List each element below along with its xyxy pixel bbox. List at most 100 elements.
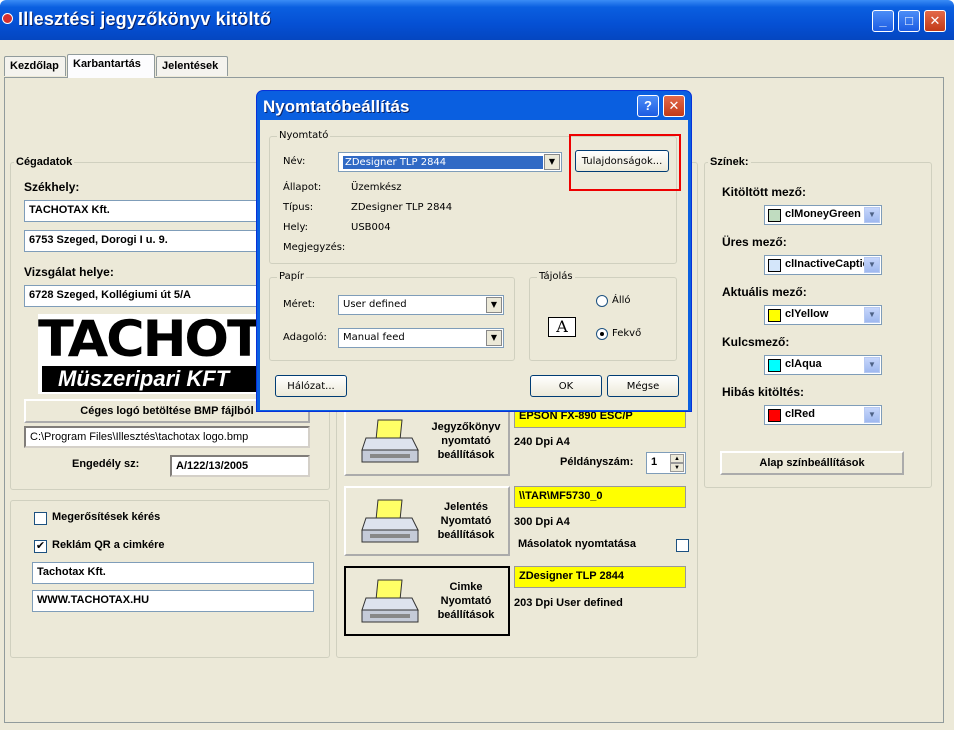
copies-stepper[interactable]: 1 ▲ ▼ [646,452,686,474]
tab-karbantartas[interactable]: Karbantartás [67,54,155,78]
paper-size-select[interactable]: User defined ▼ [338,295,504,315]
company-group-title: Cégadatok [14,156,75,168]
tab-kezdolap[interactable]: Kezdőlap [4,56,66,76]
report-printer-button[interactable]: Jelentés Nyomtató beállítások [344,486,510,556]
label-printer-name: ZDesigner TLP 2844 [514,566,686,588]
dialog-close-button[interactable]: ✕ [663,95,685,117]
confirm-checkbox[interactable] [34,512,47,525]
qr-checkbox[interactable]: ✔ [34,540,47,553]
maximize-button[interactable]: □ [898,10,920,32]
copy-print-checkbox[interactable] [676,539,689,552]
help-button[interactable]: ? [637,95,659,117]
chevron-down-icon[interactable]: ▼ [486,330,502,346]
size-label: Méret: [283,299,316,310]
title-bar: Illesztési jegyzőkönyv kitöltő _ □ ✕ [0,0,954,40]
landscape-radio[interactable] [596,328,608,340]
label-printer-button[interactable]: Cimke Nyomtató beállítások [344,566,510,636]
status-value: Üzemkész [351,182,402,193]
inspection-label: Vizsgálat helye: [24,265,114,279]
company-address-field[interactable]: 6753 Szeged, Dorogi I u. 9. [24,230,264,252]
name-label: Név: [283,156,306,167]
key-color-combo[interactable]: clAqua ▼ [764,355,882,375]
error-color-combo[interactable]: clRed ▼ [764,405,882,425]
type-value: ZDesigner TLP 2844 [351,202,453,213]
color-swatch [768,309,781,322]
logo-sub-text: Müszeripari KFT [42,366,268,392]
report-printer-label: Jelentés Nyomtató beállítások [437,501,495,541]
company-logo: TACHOTA Müszeripari KFT [38,314,297,394]
window-title: Illesztési jegyzőkönyv kitöltő [18,9,272,29]
portrait-label: Álló [612,295,631,306]
logo-path-field[interactable]: C:\Program Files\Illesztés\tachotax logo… [24,426,310,448]
printer-group-title: Nyomtató [277,130,331,141]
tab-jelentesek[interactable]: Jelentések [156,56,228,76]
current-color-combo[interactable]: clYellow ▼ [764,305,882,325]
error-label: Hibás kitöltés: [722,385,805,399]
chevron-down-icon[interactable]: ▼ [864,357,880,373]
close-button[interactable]: ✕ [924,10,946,32]
empty-label: Üres mező: [722,235,787,249]
inspection-address-field[interactable]: 6728 Szeged, Kollégiumi út 5/A [24,285,264,307]
permit-label: Engedély sz: [72,458,140,470]
dialog-title: Nyomtatóbeállítás [263,97,410,116]
stepper-up-icon[interactable]: ▲ [670,454,684,463]
qr-label: Reklám QR a cimkére [52,539,165,551]
record-printer-label: Jegyzőkönyv nyomtató beállítások [431,421,501,461]
chevron-down-icon[interactable]: ▼ [864,307,880,323]
key-label: Kulcsmező: [722,335,790,349]
color-swatch [768,259,781,272]
printer-name-select[interactable]: ZDesigner TLP 2844 ▼ [338,152,562,172]
qr-line1-field[interactable]: Tachotax Kft. [32,562,314,584]
stepper-down-icon[interactable]: ▼ [670,463,684,472]
empty-color-combo[interactable]: clInactiveCaption ▼ [764,255,882,275]
paper-size-value: User defined [343,299,407,310]
portrait-radio[interactable] [596,295,608,307]
logo-main-text: TACHOTA [38,310,297,368]
qr-line2-field[interactable]: WWW.TACHOTAX.HU [32,590,314,612]
record-printer-info: 240 Dpi A4 [514,436,570,448]
chevron-down-icon[interactable]: ▼ [864,257,880,273]
chevron-down-icon[interactable]: ▼ [864,407,880,423]
radio-selected-dot [600,332,604,336]
paper-group-title: Papír [277,271,306,282]
printer-name-value: ZDesigner TLP 2844 [343,156,543,169]
filled-color-combo[interactable]: clMoneyGreen ▼ [764,205,882,225]
color-swatch [768,209,781,222]
check-mark-icon: ✔ [35,540,46,552]
seat-label: Székhely: [24,180,80,194]
status-label: Állapot: [283,182,322,193]
copy-print-label: Másolatok nyomtatása [518,538,636,550]
current-color-value: clYellow [785,308,829,320]
copies-label: Példányszám: [560,456,634,468]
network-button[interactable]: Hálózat... [275,375,347,397]
color-swatch [768,359,781,372]
filled-color-value: clMoneyGreen [785,208,861,220]
type-label: Típus: [283,202,314,213]
report-printer-name: \\TAR\MF5730_0 [514,486,686,508]
comment-label: Megjegyzés: [283,242,346,253]
paper-group [269,277,515,361]
where-label: Hely: [283,222,309,233]
filled-label: Kitöltött mező: [722,185,806,199]
reset-colors-button[interactable]: Alap színbeállítások [720,451,904,475]
chevron-down-icon[interactable]: ▼ [544,154,560,170]
company-name-field[interactable]: TACHOTAX Kft. [24,200,264,222]
orientation-group-title: Tájolás [537,271,575,282]
minimize-button[interactable]: _ [872,10,894,32]
confirm-label: Megerősítések kérés [52,511,161,523]
orientation-preview-icon: A [548,317,576,337]
key-color-value: clAqua [785,358,822,370]
colors-group-title: Színek: [708,156,751,168]
highlight-annotation [569,134,681,191]
label-printer-label: Cimke Nyomtató beállítások [437,581,495,621]
label-printer-info: 203 Dpi User defined [514,597,623,609]
paper-source-select[interactable]: Manual feed ▼ [338,328,504,348]
cancel-button[interactable]: Mégse [607,375,679,397]
permit-field[interactable]: A/122/13/2005 [170,455,310,477]
chevron-down-icon[interactable]: ▼ [864,207,880,223]
printer-icon [361,579,419,623]
chevron-down-icon[interactable]: ▼ [486,297,502,313]
record-printer-button[interactable]: Jegyzőkönyv nyomtató beállítások [344,406,510,476]
ok-button[interactable]: OK [530,375,602,397]
empty-color-value: clInactiveCaption [785,258,877,270]
